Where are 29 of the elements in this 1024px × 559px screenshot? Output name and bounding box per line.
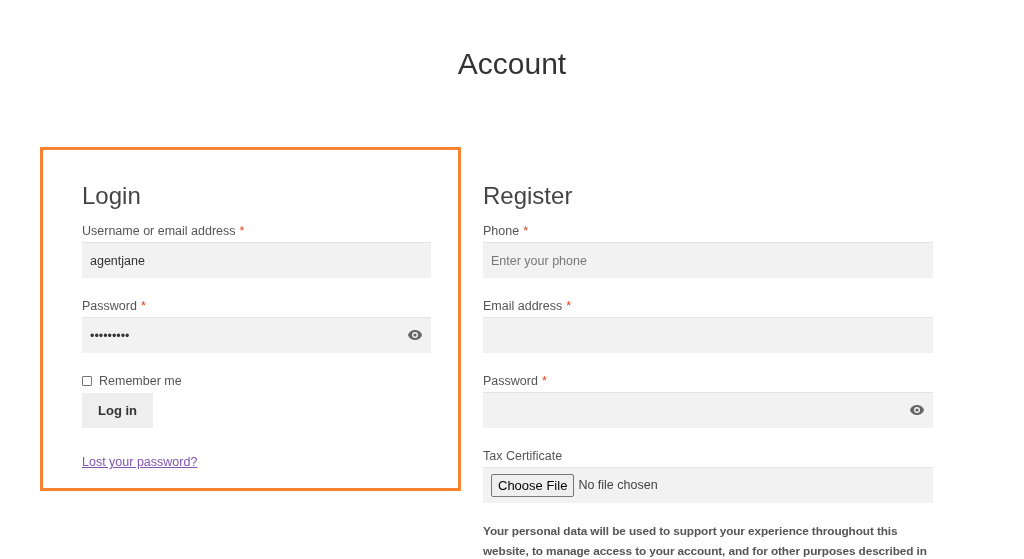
login-button[interactable]: Log in	[82, 393, 153, 428]
input-field[interactable]: agentjane	[82, 242, 431, 278]
required-mark: *	[523, 223, 529, 240]
required-mark: *	[541, 373, 547, 390]
file-status: No file chosen	[578, 477, 658, 495]
password-field[interactable]: •••••••••	[82, 317, 431, 353]
privacy-text: Your personal data will be used to support your experience throughout this website, to manage access to your account, and for other purposes described in	[483, 523, 928, 559]
required-mark: *	[140, 298, 146, 315]
choose-file-button[interactable]: Choose File	[491, 473, 575, 498]
remember-label: Remember me	[99, 372, 182, 390]
lost-password-link[interactable]: Lost your password?	[82, 455, 198, 469]
remember-checkbox[interactable]	[82, 376, 92, 386]
file-field[interactable]: Choose File No file chosen	[483, 467, 933, 503]
field-label: Tax Certificate	[483, 448, 563, 465]
field-label: Email address	[483, 298, 563, 315]
field-label: Password	[483, 373, 538, 390]
register-heading: Register	[483, 181, 574, 211]
eye-icon[interactable]	[909, 404, 925, 416]
field-label: Password	[82, 298, 137, 315]
eye-icon[interactable]	[407, 329, 423, 341]
login-heading: Login	[82, 181, 142, 211]
input-field[interactable]	[483, 317, 933, 353]
input-field[interactable]: Enter your phone	[483, 242, 933, 278]
page-title: Account	[456, 46, 568, 82]
required-mark: *	[566, 298, 572, 315]
password-field[interactable]	[483, 392, 933, 428]
field-label: Phone	[483, 223, 520, 240]
required-mark: *	[239, 223, 245, 240]
field-label: Username or email address	[82, 223, 236, 240]
